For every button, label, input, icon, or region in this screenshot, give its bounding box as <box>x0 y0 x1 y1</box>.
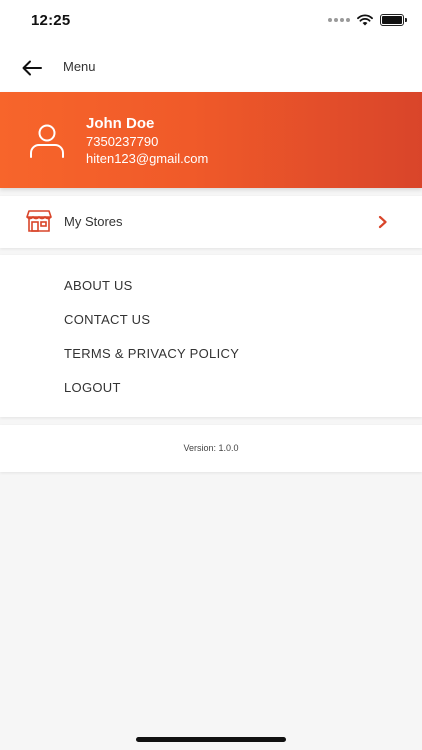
version-text: Version: 1.0.0 <box>183 443 239 453</box>
my-stores-label: My Stores <box>64 214 123 229</box>
version-card: Version: 1.0.0 <box>0 425 422 472</box>
cellular-signal-icon <box>328 18 350 22</box>
storefront-icon <box>26 210 52 232</box>
chevron-right-icon <box>378 215 387 229</box>
page-title: Menu <box>63 59 96 74</box>
menu-item-logout[interactable]: LOGOUT <box>64 380 121 395</box>
home-indicator <box>136 737 286 742</box>
profile-header: John Doe 7350237790 hiten123@gmail.com <box>0 92 422 188</box>
menu-list: ABOUT US CONTACT US TERMS & PRIVACY POLI… <box>0 255 422 417</box>
profile-email: hiten123@gmail.com <box>86 151 209 166</box>
profile-name: John Doe <box>86 115 155 132</box>
user-outline-icon <box>30 124 64 158</box>
nav-bar: Menu <box>0 44 422 92</box>
arrow-left-icon <box>22 60 42 76</box>
menu-item-about-us[interactable]: ABOUT US <box>64 278 133 293</box>
menu-item-terms-privacy[interactable]: TERMS & PRIVACY POLICY <box>64 346 239 361</box>
back-button[interactable] <box>20 56 44 80</box>
battery-icon <box>380 14 407 26</box>
status-time: 12:25 <box>31 12 71 29</box>
my-stores-row[interactable]: My Stores <box>0 196 422 248</box>
wifi-icon <box>357 14 373 26</box>
menu-item-contact-us[interactable]: CONTACT US <box>64 312 150 327</box>
profile-phone: 7350237790 <box>86 134 159 149</box>
status-bar: 12:25 <box>0 0 422 44</box>
status-icons <box>328 14 407 26</box>
